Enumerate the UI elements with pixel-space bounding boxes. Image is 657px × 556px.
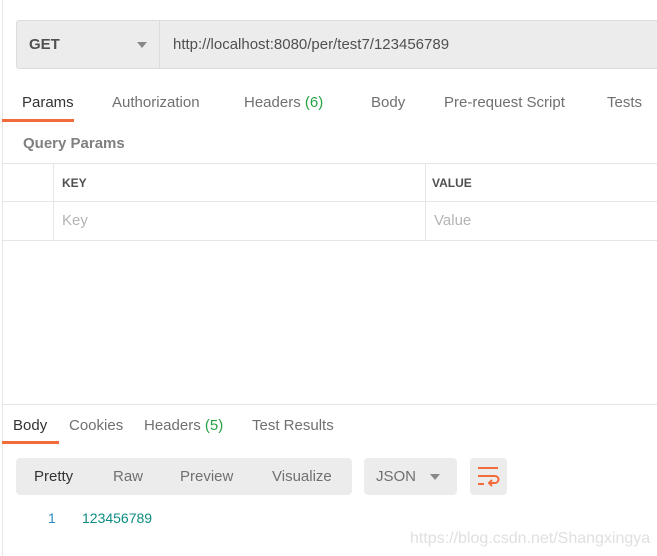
view-visualize[interactable]: Visualize (272, 468, 332, 485)
divider (2, 240, 657, 241)
url-bar: GET http://localhost:8080/per/test7/1234… (16, 20, 657, 69)
format-label: JSON (376, 468, 417, 485)
tab-body[interactable]: Body (371, 94, 405, 111)
left-border (2, 0, 3, 556)
view-preview[interactable]: Preview (180, 468, 233, 485)
method-select[interactable]: GET (17, 21, 160, 68)
column-header-value: VALUE (432, 176, 472, 190)
wrap-lines-button[interactable] (470, 458, 507, 495)
view-mode-group: Pretty Raw Preview Visualize (16, 458, 352, 495)
divider (53, 163, 54, 240)
tab-tests[interactable]: Tests (607, 94, 642, 111)
tab-headers-label: Headers (244, 94, 301, 111)
response-tab-headers-label: Headers (144, 417, 201, 434)
tab-headers[interactable]: Headers (6) (244, 94, 323, 111)
response-headers-count: (5) (204, 417, 224, 434)
tab-params[interactable]: Params (22, 94, 74, 111)
watermark: https://blog.csdn.net/Shangxingya (410, 530, 651, 547)
value-input[interactable]: Value (434, 212, 471, 229)
response-body-text: 123456789 (82, 510, 153, 526)
url-input[interactable]: http://localhost:8080/per/test7/12345678… (173, 36, 449, 53)
chevron-down-icon (430, 474, 440, 480)
active-tab-indicator (2, 119, 74, 122)
view-raw[interactable]: Raw (113, 468, 143, 485)
wrap-lines-icon (478, 467, 500, 487)
divider (425, 163, 426, 240)
format-select[interactable]: JSON (364, 458, 457, 495)
tab-pre-request-script[interactable]: Pre-request Script (444, 94, 565, 111)
column-header-key: KEY (62, 176, 87, 190)
headers-count: (6) (304, 94, 324, 111)
divider (2, 163, 657, 164)
method-label: GET (29, 36, 60, 53)
response-divider (2, 404, 657, 405)
active-response-tab-indicator (2, 441, 59, 444)
query-params-title: Query Params (23, 135, 125, 152)
response-tab-cookies[interactable]: Cookies (69, 417, 123, 434)
tab-authorization[interactable]: Authorization (112, 94, 200, 111)
view-pretty[interactable]: Pretty (34, 468, 73, 485)
divider (2, 201, 657, 202)
response-tab-headers[interactable]: Headers (5) (144, 417, 223, 434)
key-input[interactable]: Key (62, 212, 88, 229)
response-tab-test-results[interactable]: Test Results (252, 417, 334, 434)
line-number: 1 (48, 510, 56, 526)
chevron-down-icon (137, 42, 147, 48)
response-tab-body[interactable]: Body (13, 417, 47, 434)
